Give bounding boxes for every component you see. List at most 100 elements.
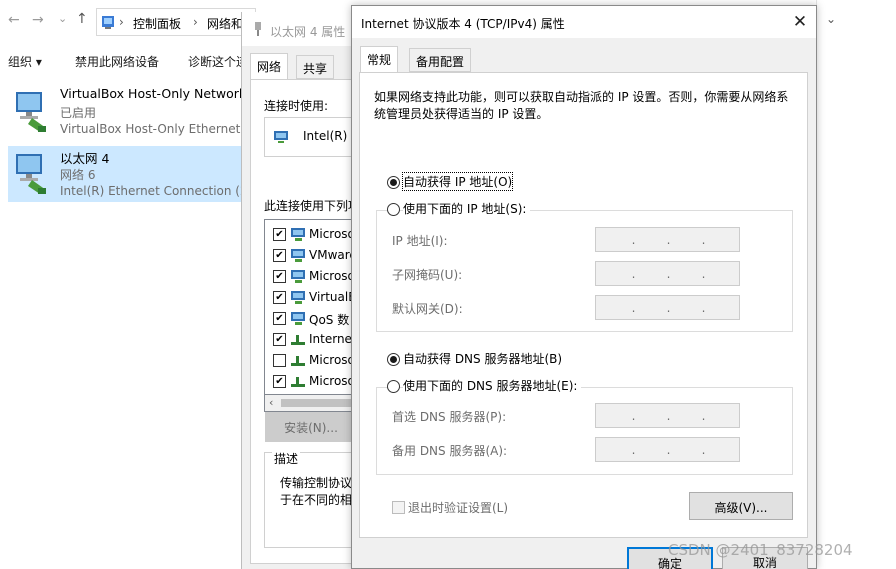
- back-arrow-icon[interactable]: ←: [8, 12, 20, 28]
- component-name: Microso: [309, 227, 355, 241]
- component-checkbox[interactable]: ✔: [273, 228, 286, 241]
- list-item[interactable]: ✔ VirtualB: [265, 287, 356, 308]
- component-checkbox[interactable]: ✔: [273, 249, 286, 262]
- list-item-virtualbox-network[interactable]: VirtualBox Host-Only Network 已启用 Virtual…: [8, 84, 256, 140]
- component-name: QoS 数: [309, 313, 350, 327]
- component-checkbox[interactable]: ✔: [273, 291, 286, 304]
- address-bar[interactable]: › 控制面板 › 网络和: [96, 8, 256, 36]
- description-line: 于在不同的相: [280, 493, 353, 507]
- close-icon: ✕: [792, 12, 808, 32]
- components-list[interactable]: ✔ Microso ✔ VMware ✔ Microso ✔ VirtualB …: [264, 219, 356, 395]
- preferred-dns-label: 首选 DNS 服务器(P):: [392, 410, 507, 424]
- tab-sharing[interactable]: 共享: [296, 55, 335, 79]
- item-title: 以太网 4: [60, 151, 110, 166]
- address-dropdown-chevron-icon[interactable]: ⌄: [826, 12, 836, 26]
- list-item[interactable]: ✔ VMware: [265, 245, 356, 266]
- organize-menu[interactable]: 组织 ▾: [8, 53, 42, 70]
- network-adapter-icon: [16, 154, 46, 194]
- component-name: Microso: [309, 353, 355, 367]
- breadcrumb-network[interactable]: 网络和: [207, 15, 243, 32]
- network-service-icon: [291, 291, 305, 304]
- component-checkbox[interactable]: ✔: [273, 333, 286, 346]
- list-item[interactable]: ✔ Microso: [265, 224, 355, 245]
- scroll-thumb[interactable]: [281, 399, 351, 407]
- forward-arrow-icon[interactable]: →: [32, 12, 44, 28]
- description-line: 传输控制协议: [280, 476, 353, 490]
- tab-general[interactable]: 常规: [360, 46, 399, 73]
- info-text: 如果网络支持此功能，则可以获取自动指派的 IP 设置。否则，你需要从网络系统管理…: [374, 90, 789, 121]
- manual-ip-label[interactable]: 使用下面的 IP 地址(S):: [403, 200, 531, 217]
- tab-panel: 如果网络支持此功能，则可以获取自动指派的 IP 设置。否则，你需要从网络系统管理…: [359, 72, 808, 538]
- component-checkbox[interactable]: ✔: [273, 312, 286, 325]
- connect-using-label: 连接时使用:: [264, 99, 329, 113]
- protocol-icon: [291, 335, 305, 345]
- item-status: 已启用: [60, 106, 97, 120]
- alternate-dns-field[interactable]: ...: [595, 437, 740, 462]
- close-button[interactable]: ✕: [788, 10, 812, 34]
- auto-ip-label[interactable]: 自动获得 IP 地址(O): [401, 172, 514, 191]
- component-name: VirtualB: [309, 290, 356, 304]
- protocol-icon: [291, 377, 305, 387]
- network-client-icon: [291, 228, 305, 241]
- list-item[interactable]: ✔ Internet: [265, 329, 356, 350]
- item-adapter: VirtualBox Host-Only Ethernet ...: [60, 122, 256, 136]
- tab-alternate-config[interactable]: 备用配置: [409, 48, 472, 72]
- list-item[interactable]: ✔ Microso: [265, 371, 355, 392]
- auto-dns-radio[interactable]: [387, 353, 400, 366]
- adapter-icon: [274, 131, 288, 143]
- manual-dns-label[interactable]: 使用下面的 DNS 服务器地址(E):: [403, 377, 582, 394]
- disable-device-button[interactable]: 禁用此网络设备: [75, 53, 159, 70]
- scroll-left-icon[interactable]: ‹: [269, 396, 273, 409]
- network-service-icon: [291, 249, 305, 262]
- default-gateway-field[interactable]: ...: [595, 295, 740, 320]
- component-name: Internet: [309, 332, 356, 346]
- preferred-dns-field[interactable]: ...: [595, 403, 740, 428]
- auto-ip-radio[interactable]: [387, 176, 400, 189]
- validate-checkbox[interactable]: [392, 501, 405, 514]
- validate-label[interactable]: 退出时验证设置(L): [408, 499, 508, 516]
- up-arrow-icon[interactable]: ↑: [76, 11, 88, 27]
- component-checkbox[interactable]: [273, 354, 286, 367]
- list-item[interactable]: ✔ QoS 数: [265, 308, 355, 329]
- list-item[interactable]: Microso: [265, 350, 355, 371]
- item-status: 网络 6: [60, 168, 96, 182]
- components-label: 此连接使用下列项: [264, 199, 361, 213]
- title-bar: 以太网 4 属性: [242, 12, 358, 46]
- protocol-icon: [291, 356, 305, 366]
- title-bar: Internet 协议版本 4 (TCP/IPv4) 属性 ✕: [352, 6, 816, 38]
- breadcrumb-separator-icon: ›: [193, 15, 198, 29]
- item-title: VirtualBox Host-Only Network: [60, 86, 247, 101]
- description-label: 描述: [272, 450, 301, 467]
- alternate-dns-label: 备用 DNS 服务器(A):: [392, 444, 508, 458]
- list-item[interactable]: ✔ Microso: [265, 266, 355, 287]
- component-name: Microso: [309, 269, 355, 283]
- component-checkbox[interactable]: ✔: [273, 270, 286, 283]
- network-adapter-icon: [16, 92, 46, 132]
- ip-address-label: IP 地址(I):: [392, 234, 448, 248]
- advanced-button[interactable]: 高级(V)...: [689, 492, 793, 520]
- control-panel-icon: [102, 16, 114, 29]
- component-name: VMware: [309, 248, 356, 262]
- install-button[interactable]: 安装(N)...: [265, 412, 357, 442]
- dialog-title: 以太网 4 属性: [270, 25, 346, 39]
- network-service-icon: [291, 270, 305, 283]
- diagnose-button[interactable]: 诊断这个连: [188, 53, 248, 70]
- recent-chevron-icon[interactable]: ⌄: [58, 12, 67, 25]
- ip-address-field[interactable]: ...: [595, 227, 740, 252]
- default-gateway-label: 默认网关(D):: [392, 302, 463, 316]
- dialog-title: Internet 协议版本 4 (TCP/IPv4) 属性: [361, 17, 565, 31]
- tab-network[interactable]: 网络: [250, 53, 289, 80]
- component-checkbox[interactable]: ✔: [273, 375, 286, 388]
- command-bar: 组织 ▾ 禁用此网络设备 诊断这个连: [0, 46, 248, 74]
- subnet-mask-field[interactable]: ...: [595, 261, 740, 286]
- auto-dns-label[interactable]: 自动获得 DNS 服务器地址(B): [403, 350, 562, 367]
- list-item-ethernet-4[interactable]: 以太网 4 网络 6 Intel(R) Ethernet Connection …: [8, 146, 259, 202]
- subnet-mask-label: 子网掩码(U):: [392, 268, 463, 282]
- ethernet-properties-dialog: 以太网 4 属性 网络 共享 连接时使用: Intel(R) E 此连接使用下列…: [241, 12, 364, 569]
- breadcrumb-control-panel[interactable]: 控制面板: [133, 15, 181, 32]
- manual-ip-radio[interactable]: [387, 203, 400, 216]
- manual-dns-radio[interactable]: [387, 380, 400, 393]
- horizontal-scrollbar[interactable]: ‹: [264, 395, 356, 412]
- network-service-icon: [291, 312, 305, 325]
- watermark: CSDN @2401_83728204: [668, 541, 853, 559]
